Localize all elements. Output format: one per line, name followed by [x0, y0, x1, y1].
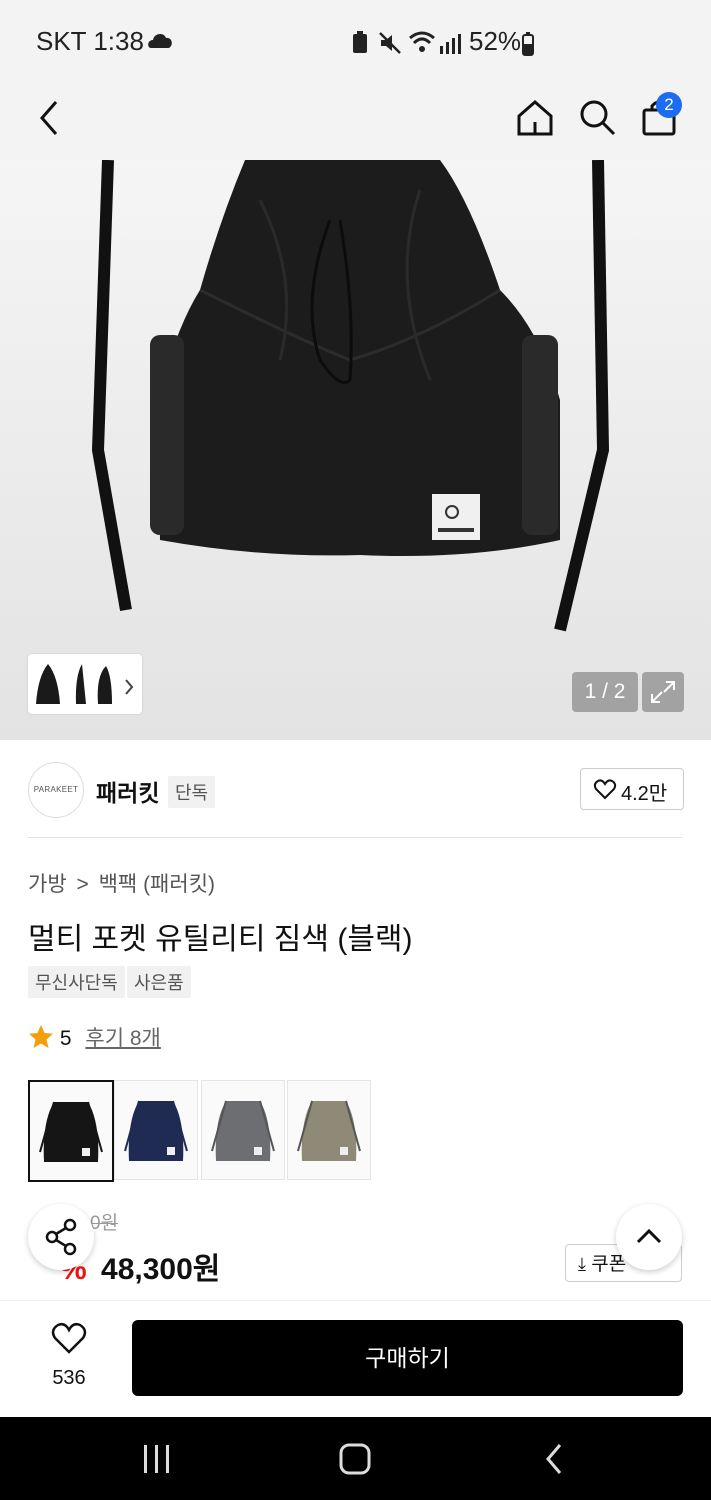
wishlist-button[interactable]: 536 [36, 1322, 102, 1392]
mute-icon [379, 32, 401, 54]
thumbnail-images [36, 664, 134, 704]
cloud-icon [148, 34, 172, 48]
wifi-icon [409, 31, 435, 52]
review-link[interactable]: 후기 8개 [85, 1027, 160, 1050]
product-image[interactable] [0, 160, 711, 740]
battery-percent: 52% [469, 26, 522, 56]
heart-icon [51, 1322, 87, 1354]
chevron-up-icon [636, 1228, 662, 1244]
share-button[interactable] [28, 1204, 94, 1270]
search-icon[interactable] [578, 98, 618, 138]
recent-apps-icon[interactable] [140, 1443, 174, 1475]
star-icon [29, 1025, 53, 1048]
system-nav-bar [0, 1417, 711, 1500]
breadcrumb-separator: > [76, 873, 89, 896]
battery-saver-icon [353, 31, 367, 53]
bag-thumbnail [39, 1101, 103, 1162]
cart-badge: 2 [656, 92, 682, 118]
back-nav-icon[interactable] [540, 1443, 570, 1475]
color-swatch-beige[interactable] [287, 1080, 371, 1180]
home-icon[interactable] [515, 98, 555, 138]
expand-icon [651, 681, 675, 703]
expand-button[interactable] [642, 672, 684, 712]
brand-like-button[interactable]: 4.2만 [580, 768, 684, 810]
brand-name[interactable]: 패러킷 [96, 774, 159, 808]
bag-illustration [91, 160, 610, 632]
battery-icon [522, 32, 534, 56]
download-icon: ⤓ [578, 1254, 586, 1274]
gallery-counter: 1 / 2 [572, 672, 638, 712]
sale-price: 48,300원 [101, 1253, 221, 1286]
status-bar: SKT 1:38 52% [0, 0, 711, 84]
home-nav-icon[interactable] [338, 1443, 372, 1475]
product-title: 멀티 포켓 유틸리티 짐색 (블랙) [28, 923, 413, 956]
back-arrow-icon[interactable] [36, 100, 64, 136]
carrier-time: SKT 1:38 [36, 26, 144, 56]
color-swatch-black[interactable] [28, 1080, 114, 1182]
breadcrumb-subcategory[interactable]: 백팩 (패러킷) [99, 873, 215, 896]
gallery-thumbnails[interactable] [28, 654, 142, 714]
wishlist-count: 536 [52, 1367, 86, 1389]
original-price: 0원 [90, 1213, 119, 1234]
bag-thumbnail [124, 1100, 188, 1161]
bag-thumbnail [211, 1100, 275, 1161]
heart-icon [593, 779, 617, 800]
top-nav: 2 [0, 84, 711, 160]
brand-logo[interactable]: PARAKEET [28, 762, 84, 818]
share-icon [45, 1218, 77, 1256]
bag-thumbnail [297, 1100, 361, 1161]
rating-value: 5 [59, 1027, 72, 1050]
exclusive-tag: 단독 [168, 776, 216, 808]
product-tag: 무신사단독 [28, 966, 125, 998]
rating-row: 5 후기 8개 [28, 1022, 161, 1052]
breadcrumb: 가방 > 백팩 (패러킷) [28, 868, 215, 898]
buy-button[interactable]: 구매하기 [132, 1320, 683, 1396]
color-swatch-navy[interactable] [114, 1080, 198, 1180]
signal-icon [440, 34, 461, 54]
breadcrumb-category[interactable]: 가방 [28, 873, 67, 896]
product-tag: 사은품 [127, 966, 191, 998]
scroll-top-button[interactable] [616, 1204, 682, 1270]
color-swatch-gray[interactable] [201, 1080, 285, 1180]
divider [28, 837, 683, 838]
brand-likes-count: 4.2만 [621, 783, 668, 805]
